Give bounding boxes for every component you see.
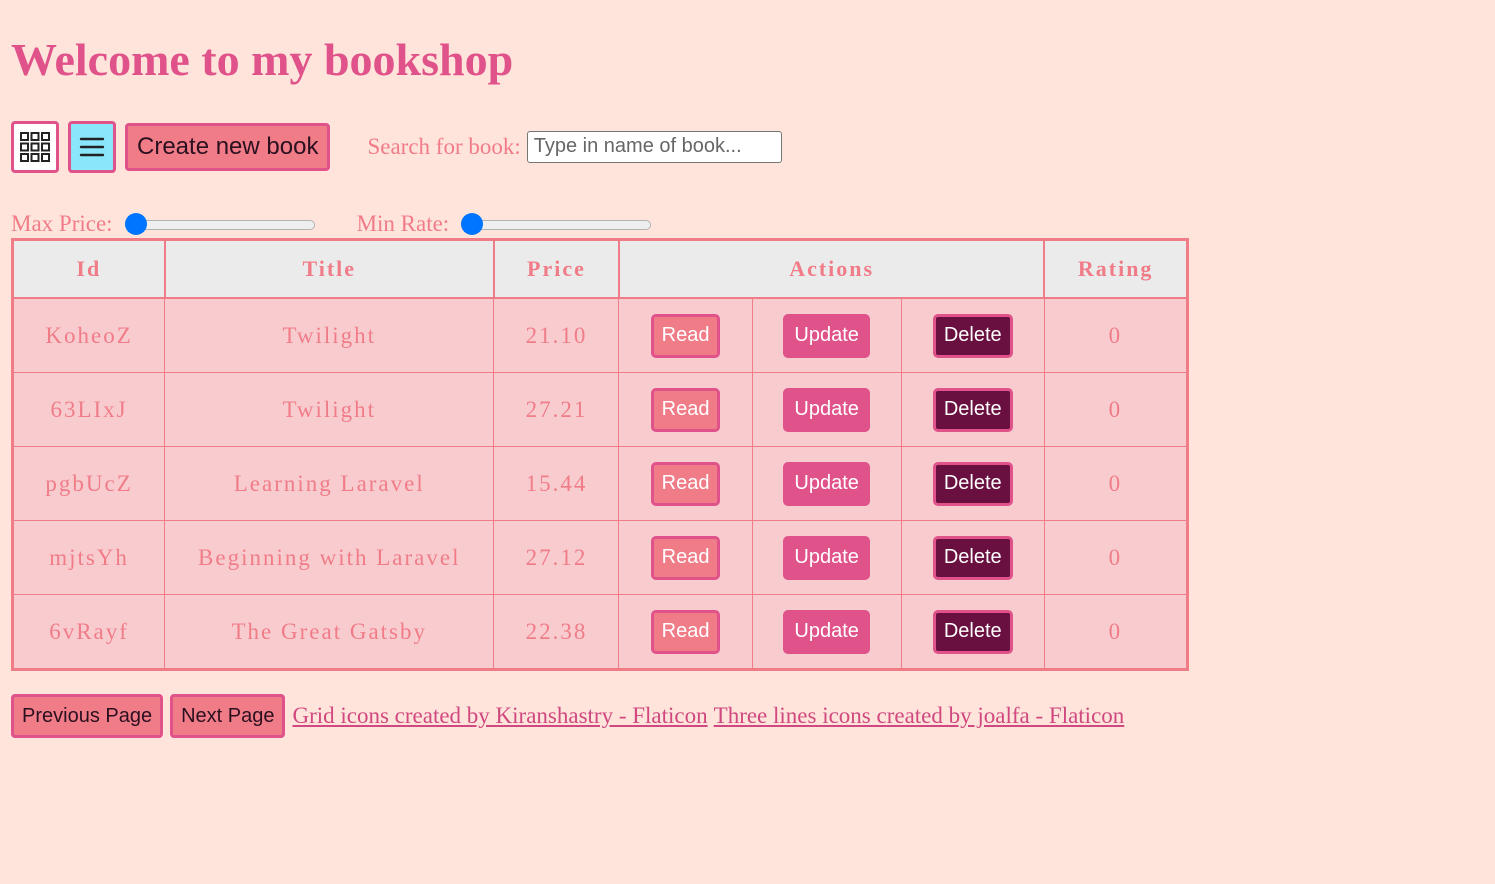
read-button[interactable]: Read xyxy=(650,387,721,432)
slider-thumb[interactable] xyxy=(461,213,484,235)
list-view-button[interactable] xyxy=(68,120,116,173)
read-button[interactable]: Read xyxy=(650,535,721,580)
cell-title: The Great Gatsby xyxy=(164,594,495,670)
cell-price: 27.21 xyxy=(493,372,620,447)
delete-button[interactable]: Delete xyxy=(932,313,1013,358)
max-price-label: Max Price: xyxy=(11,211,113,236)
update-button[interactable]: Update xyxy=(783,313,870,358)
update-button[interactable]: Update xyxy=(783,609,870,654)
next-page-button[interactable]: Next Page xyxy=(170,694,286,738)
cell-price: 21.10 xyxy=(493,297,620,373)
cell-rating: 0 xyxy=(1043,594,1189,670)
cell-id: mjtsYh xyxy=(11,520,166,595)
cell-delete: Delete xyxy=(900,297,1045,373)
table-header-row: Id Title Price Actions Rating xyxy=(11,238,1189,299)
three-lines-icons-credit-link[interactable]: Three lines icons created by joalfa - Fl… xyxy=(714,703,1125,729)
cell-title: Twilight xyxy=(164,372,495,447)
grid-icon xyxy=(20,131,50,162)
books-table: Id Title Price Actions Rating KoheoZ Twil… xyxy=(11,238,1189,671)
cell-read: Read xyxy=(618,297,753,373)
cell-read: Read xyxy=(618,372,753,447)
previous-page-button[interactable]: Previous Page xyxy=(11,694,164,738)
table-row: 6vRayf The Great Gatsby 22.38 Read Update Del… xyxy=(11,594,1189,670)
cell-rating: 0 xyxy=(1043,372,1189,447)
delete-button[interactable]: Delete xyxy=(932,387,1013,432)
header-rating: Rating xyxy=(1043,238,1189,299)
table-row: mjtsYh Beginning with Laravel 27.12 Read Upd… xyxy=(11,520,1189,595)
cell-update: Update xyxy=(751,594,902,670)
delete-button[interactable]: Delete xyxy=(932,461,1013,506)
delete-button[interactable]: Delete xyxy=(932,609,1013,654)
header-title: Title xyxy=(163,238,495,299)
cell-read: Read xyxy=(618,594,753,670)
cell-rating: 0 xyxy=(1043,520,1189,595)
footer: Previous Page Next Page Grid icons creat… xyxy=(11,694,1130,738)
cell-delete: Delete xyxy=(900,594,1045,670)
cell-update: Update xyxy=(751,520,902,595)
cell-title: Beginning with Laravel xyxy=(164,520,495,595)
delete-button[interactable]: Delete xyxy=(932,535,1013,580)
search-input[interactable] xyxy=(526,130,782,163)
three-lines-icon xyxy=(79,137,105,156)
cell-title: Twilight xyxy=(164,297,495,373)
header-actions: Actions xyxy=(617,238,1046,299)
grid-view-button[interactable] xyxy=(11,120,59,173)
table-row: 63LIxJ Twilight 27.21 Read Update Delete 0 xyxy=(11,372,1189,447)
cell-rating: 0 xyxy=(1043,297,1189,373)
cell-id: KoheoZ xyxy=(11,297,166,373)
create-book-button[interactable]: Create new book xyxy=(125,122,331,171)
cell-id: 63LIxJ xyxy=(11,372,166,447)
read-button[interactable]: Read xyxy=(650,461,721,506)
cell-price: 22.38 xyxy=(493,594,620,670)
max-price-slider[interactable] xyxy=(124,212,315,236)
update-button[interactable]: Update xyxy=(783,461,870,506)
cell-id: 6vRayf xyxy=(11,594,166,670)
grid-icons-credit-link[interactable]: Grid icons created by Kiranshastry - Fla… xyxy=(292,703,707,729)
cell-price: 15.44 xyxy=(493,446,620,521)
cell-delete: Delete xyxy=(900,446,1045,521)
cell-price: 27.12 xyxy=(493,520,620,595)
slider-track xyxy=(124,220,315,230)
cell-delete: Delete xyxy=(900,372,1045,447)
table-row: KoheoZ Twilight 21.10 Read Update Delete 0 xyxy=(11,297,1189,373)
search-label: Search for book: xyxy=(367,133,521,159)
update-button[interactable]: Update xyxy=(783,535,870,580)
cell-rating: 0 xyxy=(1043,446,1189,521)
header-id: Id xyxy=(11,238,166,299)
cell-update: Update xyxy=(751,297,902,373)
min-rate-label: Min Rate: xyxy=(356,211,450,236)
slider-thumb[interactable] xyxy=(124,213,147,235)
filters: Max Price: Min Rate: xyxy=(11,206,693,242)
header-price: Price xyxy=(492,238,620,299)
page-title: Welcome to my bookshop xyxy=(11,34,514,85)
cell-read: Read xyxy=(618,520,753,595)
cell-read: Read xyxy=(618,446,753,521)
cell-update: Update xyxy=(751,446,902,521)
cell-id: pgbUcZ xyxy=(11,446,166,521)
table-row: pgbUcZ Learning Laravel 15.44 Read Update Del… xyxy=(11,446,1189,521)
slider-track xyxy=(461,220,652,230)
update-button[interactable]: Update xyxy=(783,387,870,432)
cell-delete: Delete xyxy=(900,520,1045,595)
cell-update: Update xyxy=(751,372,902,447)
read-button[interactable]: Read xyxy=(650,313,721,358)
read-button[interactable]: Read xyxy=(650,609,721,654)
cell-title: Learning Laravel xyxy=(164,446,495,521)
toolbar: Create new book Search for book: xyxy=(11,119,782,174)
min-rate-slider[interactable] xyxy=(461,212,652,236)
